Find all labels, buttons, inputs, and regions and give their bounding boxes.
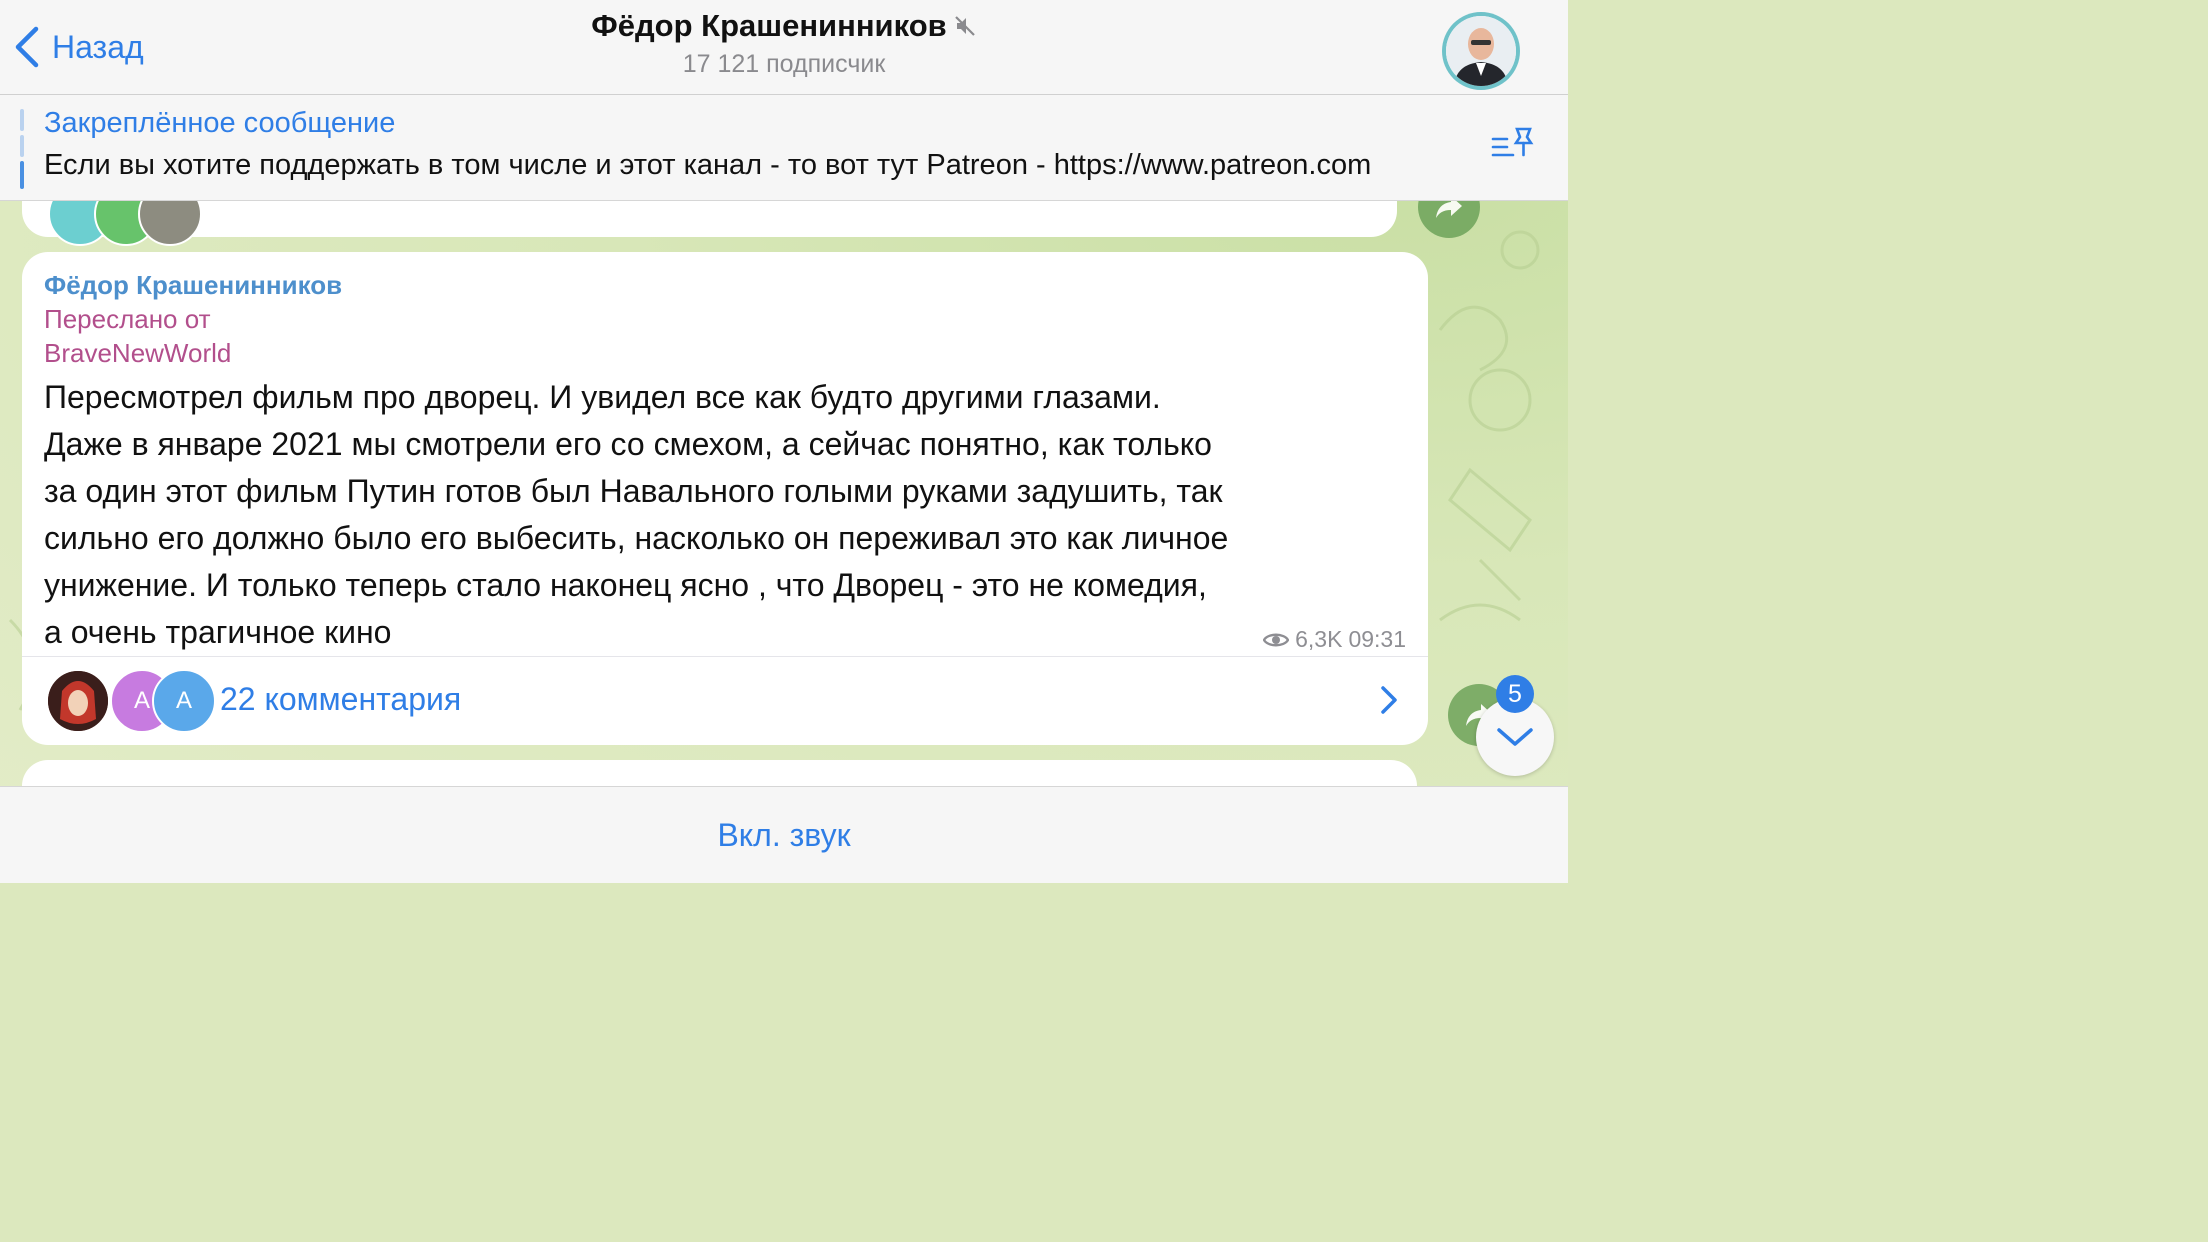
pinned-text: Если вы хотите поддержать в том числе и … [44,149,1372,181]
channel-name: Фёдор Крашенинников [591,8,947,43]
comments-button[interactable]: A A 22 комментария [22,657,1428,745]
muted-icon [954,16,975,36]
chevron-right-icon [1381,686,1397,714]
comments-label: 22 комментария [220,681,462,717]
chevron-down-icon [1497,728,1533,746]
subscriber-count: 17 121 подписчик [682,50,886,78]
forwarded-source-link[interactable]: BraveNewWorld [44,338,231,369]
navigation-header: Назад Фёдор Крашенинников 17 121 подписч… [0,0,1568,95]
message-time: 09:31 [1348,626,1406,652]
forwarded-label: Переслано от [44,304,211,334]
eye-icon [1263,633,1290,646]
pinned-message-bar[interactable]: Закреплённое сообщение Если вы хотите по… [0,95,1568,201]
avatar-image-icon [48,671,108,731]
pinned-title: Закреплённое сообщение [44,107,396,139]
pinned-indicator [20,109,24,189]
message-bubble[interactable]: Фёдор Крашенинников Переслано от BraveNe… [22,252,1428,745]
unmute-button[interactable]: Вкл. звук [717,817,850,854]
message-text: Пересмотрел фильм про дворец. И увидел в… [44,379,1229,650]
commenter-avatar [46,669,110,733]
pinned-list-icon[interactable] [1490,125,1536,165]
commenter-avatar: A [152,669,216,733]
view-count: 6,3K [1295,626,1343,652]
channel-title: Фёдор Крашенинников [591,8,976,44]
message-sender[interactable]: Фёдор Крашенинников [44,270,342,301]
channel-avatar[interactable] [1442,12,1520,90]
message-meta: 6,3K 09:31 [1263,626,1406,653]
bottom-bar: Вкл. звук [0,786,1568,883]
avatar-photo-icon [1446,16,1516,86]
unread-badge: 5 [1496,675,1534,713]
channel-info[interactable]: Фёдор Крашенинников 17 121 подписчик [0,8,1568,79]
